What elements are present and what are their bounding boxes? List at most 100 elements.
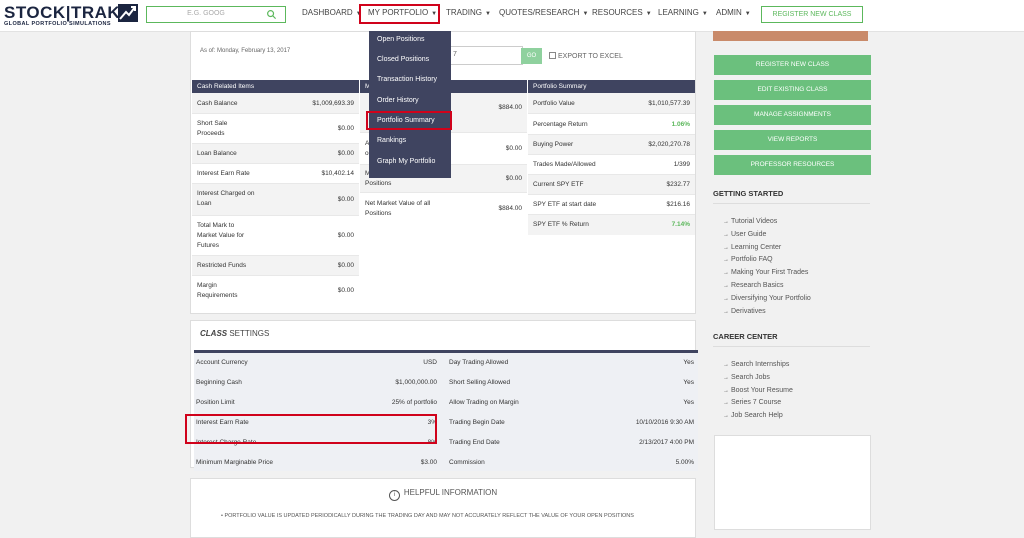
table-row: Net Market Value of all Positions $884.00 bbox=[360, 193, 527, 226]
row-label: Loan Balance bbox=[197, 150, 237, 157]
table-row: Interest Charged on Loan $0.00 bbox=[192, 184, 359, 216]
link-derivatives[interactable]: → Derivatives bbox=[723, 308, 766, 315]
setting-value: Yes bbox=[683, 379, 694, 386]
link-search-internships[interactable]: → Search Internships bbox=[723, 361, 789, 368]
setting-label: Allow Trading on Margin bbox=[449, 399, 519, 406]
settings-row: Trading Begin Date 10/10/2016 9:30 AM bbox=[447, 413, 698, 433]
nav-dashboard[interactable]: DASHBOARD ▼ bbox=[302, 8, 362, 17]
link-label: Search Jobs bbox=[731, 374, 770, 381]
professor-resources-button[interactable]: PROFESSOR RESOURCES bbox=[714, 155, 871, 175]
arrow-right-icon: → bbox=[723, 375, 729, 381]
logo-tagline: GLOBAL PORTFOLIO SIMULATIONS bbox=[4, 21, 111, 27]
menu-item-transaction-history[interactable]: Transaction History bbox=[377, 76, 437, 83]
nav-admin[interactable]: ADMIN ▼ bbox=[716, 8, 751, 17]
settings-row: Short Selling Allowed Yes bbox=[447, 373, 698, 393]
helpful-information-title: i HELPFUL INFORMATION bbox=[191, 488, 695, 501]
nav-admin-label: ADMIN bbox=[716, 8, 742, 17]
search-icon[interactable] bbox=[266, 9, 277, 20]
table-row: Portfolio Value $1,010,577.39 bbox=[528, 93, 695, 114]
menu-item-rankings[interactable]: Rankings bbox=[377, 137, 406, 144]
nav-trading[interactable]: TRADING ▼ bbox=[446, 8, 491, 17]
menu-item-order-history[interactable]: Order History bbox=[377, 97, 419, 104]
helpful-information-text: • PORTFOLIO VALUE IS UPDATED PERIODICALL… bbox=[221, 513, 634, 519]
link-label: Series 7 Course bbox=[731, 399, 782, 406]
manage-assignments-button[interactable]: MANAGE ASSIGNMENTS bbox=[714, 105, 871, 125]
menu-item-open-positions[interactable]: Open Positions bbox=[377, 36, 424, 43]
my-portfolio-dropdown-menu: Open Positions Closed Positions Transact… bbox=[369, 31, 451, 178]
nav-dashboard-label: DASHBOARD bbox=[302, 8, 353, 17]
divider bbox=[713, 346, 870, 347]
setting-value: 2/13/2017 4:00 PM bbox=[639, 439, 694, 446]
menu-item-closed-positions[interactable]: Closed Positions bbox=[377, 56, 429, 63]
edit-existing-class-button[interactable]: EDIT EXISTING CLASS bbox=[714, 80, 871, 100]
register-new-class-button[interactable]: REGISTER NEW CLASS bbox=[761, 6, 863, 23]
settings-row: Minimum Marginable Price $3.00 bbox=[194, 453, 441, 473]
portfolio-summary-highlight bbox=[366, 111, 452, 130]
arrow-right-icon: → bbox=[723, 257, 729, 263]
arrow-right-icon: → bbox=[723, 296, 729, 302]
menu-item-graph-my-portfolio[interactable]: Graph My Portfolio bbox=[377, 158, 435, 165]
sidebar-register-new-class-button[interactable]: REGISTER NEW CLASS bbox=[714, 55, 871, 75]
row-label: Percentage Return bbox=[533, 121, 588, 128]
link-series-7-course[interactable]: → Series 7 Course bbox=[723, 399, 781, 406]
date-input[interactable]: 7 bbox=[446, 46, 523, 65]
setting-label: Short Selling Allowed bbox=[449, 379, 511, 386]
link-user-guide[interactable]: → User Guide bbox=[723, 231, 766, 238]
setting-label: Beginning Cash bbox=[196, 379, 242, 386]
link-portfolio-faq[interactable]: → Portfolio FAQ bbox=[723, 256, 773, 263]
row-value: $0.00 bbox=[337, 262, 354, 269]
nav-my-portfolio-label: MY PORTFOLIO bbox=[368, 8, 429, 17]
view-reports-button[interactable]: VIEW REPORTS bbox=[714, 130, 871, 150]
as-of-date: As of: Monday, February 13, 2017 bbox=[200, 48, 291, 54]
link-tutorial-videos[interactable]: → Tutorial Videos bbox=[723, 218, 777, 225]
info-icon: i bbox=[388, 490, 400, 501]
setting-value: $1,000,000.00 bbox=[395, 379, 437, 386]
table-row: Interest Earn Rate $10,402.14 bbox=[192, 164, 359, 184]
arrow-right-icon: → bbox=[723, 245, 729, 251]
nav-resources[interactable]: RESOURCES ▼ bbox=[592, 8, 652, 17]
position-limit-highlight bbox=[185, 414, 437, 444]
link-label: Job Search Help bbox=[731, 412, 783, 419]
arrow-right-icon: → bbox=[723, 388, 729, 394]
link-label: Making Your First Trades bbox=[731, 269, 809, 276]
link-learning-center[interactable]: → Learning Center bbox=[723, 244, 781, 251]
nav-my-portfolio[interactable]: MY PORTFOLIO ▼ bbox=[368, 8, 437, 17]
export-to-excel-link[interactable]: EXPORT TO EXCEL bbox=[549, 52, 623, 60]
link-job-search-help[interactable]: → Job Search Help bbox=[723, 412, 783, 419]
go-button[interactable]: GO bbox=[521, 48, 542, 64]
row-label: Trades Made/Allowed bbox=[533, 161, 596, 168]
link-boost-resume[interactable]: → Boost Your Resume bbox=[723, 387, 793, 394]
table-row: Percentage Return 1.06% bbox=[528, 114, 695, 135]
nav-learning[interactable]: LEARNING ▼ bbox=[658, 8, 708, 17]
table-row: Buying Power $2,020,270.78 bbox=[528, 135, 695, 155]
link-making-first-trades[interactable]: → Making Your First Trades bbox=[723, 269, 808, 276]
link-search-jobs[interactable]: → Search Jobs bbox=[723, 374, 770, 381]
table-row: SPY ETF % Return 7.14% bbox=[528, 215, 695, 235]
link-diversifying-portfolio[interactable]: → Diversifying Your Portfolio bbox=[723, 295, 811, 302]
link-research-basics[interactable]: → Research Basics bbox=[723, 282, 784, 289]
setting-value: 25% of portfolio bbox=[391, 399, 437, 406]
setting-label: Account Currency bbox=[196, 359, 248, 366]
getting-started-heading: GETTING STARTED bbox=[713, 189, 784, 198]
caret-down-icon: ▼ bbox=[744, 11, 751, 17]
excel-icon bbox=[549, 52, 556, 59]
settings-row: Account Currency USD bbox=[194, 353, 441, 373]
sidebar-empty-box bbox=[714, 435, 871, 530]
nav-quotes-research[interactable]: QUOTES/RESEARCH ▼ bbox=[499, 8, 588, 17]
setting-label: Position Limit bbox=[196, 399, 235, 406]
caret-down-icon: ▼ bbox=[485, 11, 491, 17]
settings-row: Position Limit 25% of portfolio bbox=[194, 393, 441, 413]
symbol-search-input[interactable]: E.G. GOOG bbox=[146, 6, 286, 23]
row-value: $884.00 bbox=[498, 104, 523, 111]
portfolio-summary-table: Portfolio Summary Portfolio Value $1,010,… bbox=[528, 80, 695, 235]
setting-value: USD bbox=[423, 359, 437, 366]
stocktrak-logo[interactable]: STOCK|TRAK GLOBAL PORTFOLIO SIMULATIONS bbox=[4, 4, 140, 28]
top-navigation-bar: STOCK|TRAK GLOBAL PORTFOLIO SIMULATIONS … bbox=[0, 0, 1024, 32]
row-label: SPY ETF at start date bbox=[533, 201, 597, 208]
table-row: Current SPY ETF $232.77 bbox=[528, 175, 695, 195]
row-label: Total Mark to Market Value for Futures bbox=[197, 222, 245, 249]
row-value: $0.00 bbox=[337, 125, 354, 132]
link-label: User Guide bbox=[731, 231, 767, 238]
arrow-right-icon: → bbox=[723, 270, 729, 276]
row-label: SPY ETF % Return bbox=[533, 221, 589, 228]
